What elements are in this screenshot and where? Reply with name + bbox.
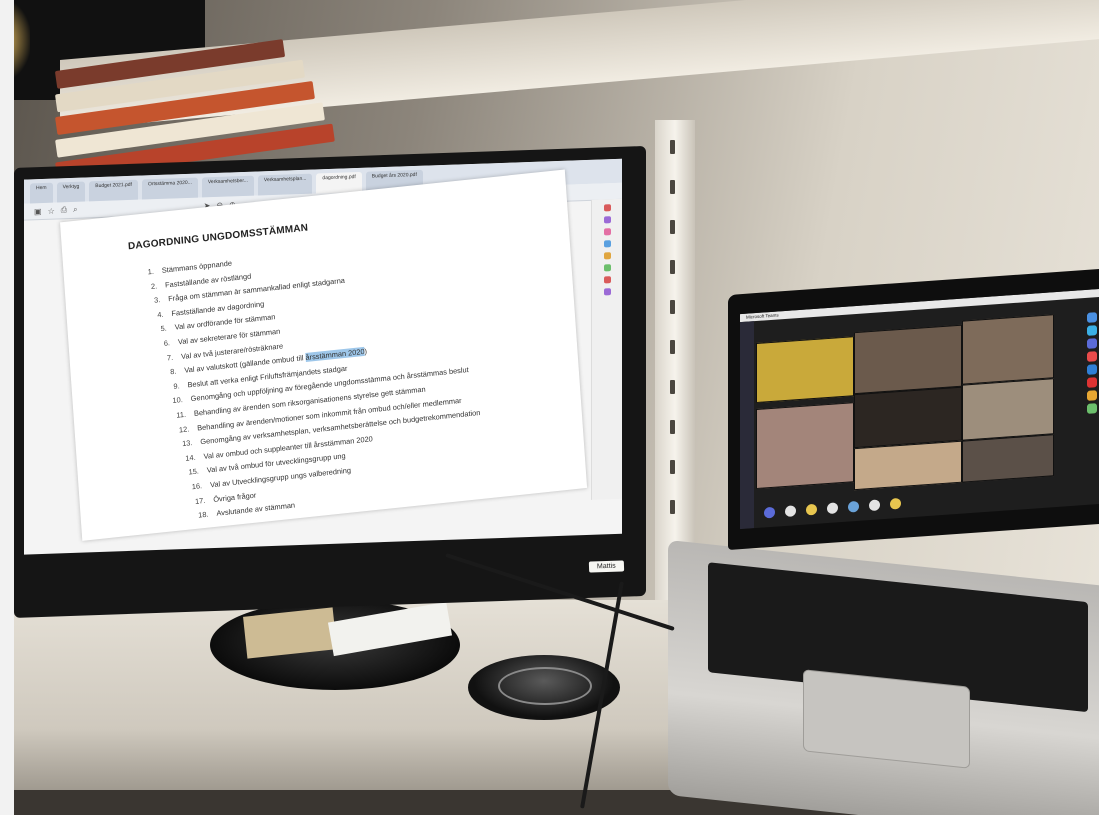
dock-app-icon[interactable] <box>1087 312 1097 323</box>
agenda-item-number: 2. <box>150 281 158 291</box>
agenda-item-number: 13. <box>181 438 193 449</box>
shelf-rail <box>655 120 695 600</box>
video-tile <box>962 314 1054 385</box>
agenda-item-number: 18. <box>197 509 209 520</box>
print-icon[interactable]: ⎙ <box>61 205 67 215</box>
tab[interactable]: Budget 2021.pdf <box>89 179 138 202</box>
star-icon[interactable]: ☆ <box>48 206 55 215</box>
pdf-tools-sidebar <box>591 198 622 500</box>
more-icon[interactable] <box>827 501 838 514</box>
tool-icon[interactable] <box>603 240 611 248</box>
chat-icon[interactable] <box>848 500 859 513</box>
dock-app-icon[interactable] <box>1087 403 1097 414</box>
agenda-item-number: 9. <box>173 381 180 391</box>
search-icon[interactable]: ⌕ <box>73 205 77 215</box>
tool-icon[interactable] <box>603 204 611 212</box>
participants-icon[interactable] <box>869 498 880 511</box>
agenda-item-number: 1. <box>147 266 155 277</box>
agenda-item-number: 4. <box>157 309 164 320</box>
video-tile <box>756 402 854 490</box>
agenda-item-text: Stämmans öppnande <box>161 258 233 275</box>
photo-scene: Hem Verktyg Budget 2021.pdf Ortsstämma 2… <box>0 0 1099 815</box>
tab[interactable]: Verktyg <box>56 181 86 203</box>
laptop-screen: Microsoft Teams <box>740 289 1099 530</box>
video-tile <box>756 336 854 404</box>
share-icon[interactable] <box>806 503 817 516</box>
agenda-item-number: 17. <box>194 495 206 506</box>
pdf-page: DAGORDNING UNGDOMSSTÄMMAN 1. Stämmans öpp… <box>60 169 588 541</box>
dock-app-icon[interactable] <box>1087 325 1097 336</box>
save-icon[interactable]: ▣ <box>34 207 42 216</box>
tool-icon[interactable] <box>603 264 611 272</box>
document-title: DAGORDNING UNGDOMSSTÄMMAN <box>127 222 309 253</box>
agenda-item-number: 14. <box>185 452 196 463</box>
tool-icon[interactable] <box>603 252 611 260</box>
video-tile <box>962 378 1054 441</box>
dock-app-icon[interactable] <box>1087 338 1097 349</box>
agenda-item-number: 7. <box>166 352 174 363</box>
agenda-item-number: 10. <box>172 395 184 406</box>
camera-icon[interactable] <box>764 506 775 518</box>
agenda-item-number: 5. <box>160 323 168 334</box>
agenda-item-number: 6. <box>163 338 171 348</box>
agenda-item-number: 15. <box>188 466 200 477</box>
external-monitor: Hem Verktyg Budget 2021.pdf Ortsstämma 2… <box>14 145 646 619</box>
tab[interactable]: Hem <box>30 182 53 204</box>
agenda-item-number: 3. <box>153 295 161 305</box>
agenda-item-number: 12. <box>178 423 190 434</box>
dock-app-icon[interactable] <box>1087 390 1097 401</box>
dock-app-icon[interactable] <box>1087 351 1097 362</box>
teams-app-rail <box>740 321 754 530</box>
dock-app-icon[interactable] <box>1087 377 1097 388</box>
video-tile <box>854 324 962 395</box>
agenda-item-number: 11. <box>175 409 187 420</box>
dock-app-icon[interactable] <box>1087 364 1097 375</box>
agenda-item-text-after: ) <box>364 346 368 356</box>
agenda-item-number: 8. <box>169 366 177 377</box>
video-tile <box>962 434 1054 483</box>
agenda-item-number: 16. <box>191 481 203 492</box>
frame-edge <box>0 0 14 815</box>
tool-icon[interactable] <box>603 228 611 236</box>
video-tile <box>854 440 962 491</box>
call-controls <box>764 496 901 520</box>
speaker-ring <box>498 667 592 705</box>
tab-active[interactable]: dagordning.pdf <box>316 171 362 194</box>
trackpad <box>803 669 970 769</box>
tab[interactable]: Verksamhetsber... <box>201 175 254 198</box>
reaction-icon[interactable] <box>890 497 901 510</box>
tool-icon[interactable] <box>603 276 611 284</box>
monitor-screen: Hem Verktyg Budget 2021.pdf Ortsstämma 2… <box>24 158 622 555</box>
video-call-grid <box>756 314 1056 493</box>
tab[interactable]: Ortsstämma 2020... <box>141 177 198 200</box>
video-tile <box>854 386 962 449</box>
laptop: Microsoft Teams <box>728 269 1099 550</box>
tool-icon[interactable] <box>603 288 611 296</box>
mic-icon[interactable] <box>785 504 796 517</box>
laptop-base <box>668 540 1099 815</box>
agenda-list: 1. Stämmans öppnande 2. Fastställande av rö… <box>134 234 486 530</box>
tab[interactable]: Verksamhetsplan... <box>257 173 313 196</box>
cable-label: Mattis <box>588 560 624 573</box>
tool-icon[interactable] <box>603 216 611 224</box>
mac-dock <box>1085 309 1099 500</box>
